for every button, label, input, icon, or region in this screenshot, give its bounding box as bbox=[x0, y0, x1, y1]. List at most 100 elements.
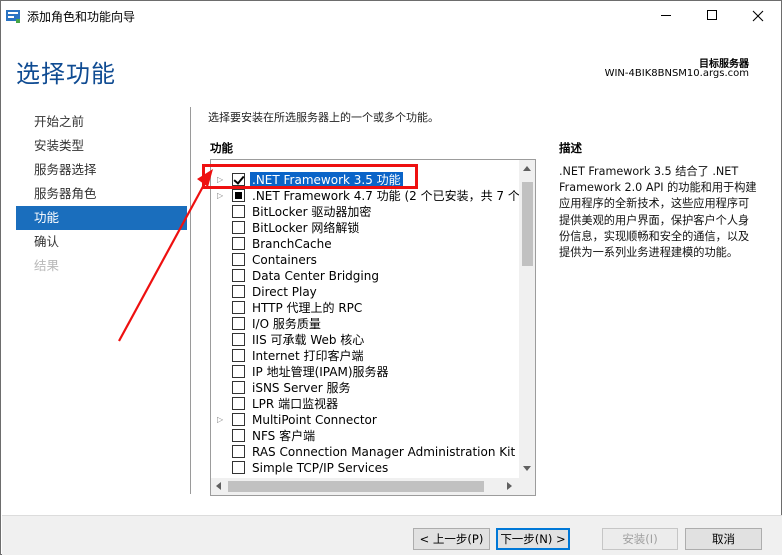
feature-label: LPR 端口监视器 bbox=[252, 397, 339, 411]
feature-row[interactable]: Data Center Bridging bbox=[211, 268, 519, 284]
feature-label: MultiPoint Connector bbox=[252, 413, 377, 427]
feature-checkbox[interactable] bbox=[232, 221, 245, 234]
feature-row[interactable]: RAS Connection Manager Administration Ki… bbox=[211, 444, 519, 460]
feature-checkbox[interactable] bbox=[232, 317, 245, 330]
nav-item-label: 开始之前 bbox=[34, 114, 85, 129]
nav-item-label: 服务器角色 bbox=[34, 186, 97, 201]
features-list: ▷ .NET Framework 3.5 功能 ▷ .NET Framework 4.… bbox=[211, 160, 519, 478]
nav-item-before-you-begin[interactable]: 开始之前 bbox=[16, 110, 187, 134]
feature-row[interactable]: BranchCache bbox=[211, 236, 519, 252]
nav-item-label: 服务器选择 bbox=[34, 162, 97, 177]
nav-item-label: 结果 bbox=[34, 258, 60, 273]
feature-label: Direct Play bbox=[252, 285, 317, 299]
previous-button[interactable]: < 上一步(P) bbox=[413, 528, 490, 550]
feature-checkbox[interactable] bbox=[232, 189, 245, 202]
minimize-icon bbox=[661, 15, 671, 16]
feature-checkbox[interactable] bbox=[232, 445, 245, 458]
feature-row[interactable]: I/O 服务质量 bbox=[211, 316, 519, 332]
feature-row[interactable]: BitLocker 驱动器加密 bbox=[211, 204, 519, 220]
feature-checkbox[interactable] bbox=[232, 397, 245, 410]
feature-row[interactable]: BitLocker 网络解锁 bbox=[211, 220, 519, 236]
feature-row[interactable]: Internet 打印客户端 bbox=[211, 348, 519, 364]
feature-row[interactable]: Direct Play bbox=[211, 284, 519, 300]
nav-divider bbox=[190, 107, 191, 494]
feature-label: .NET Framework 4.7 功能 (2 个已安装，共 7 个) bbox=[252, 189, 519, 203]
nav-item-results: 结果 bbox=[16, 254, 187, 278]
features-tree[interactable]: ▷ .NET Framework 3.5 功能 ▷ .NET Framework 4.… bbox=[210, 159, 536, 496]
feature-checkbox[interactable] bbox=[232, 333, 245, 346]
next-button[interactable]: 下一步(N) > bbox=[496, 528, 570, 550]
scroll-right-icon[interactable] bbox=[507, 482, 512, 490]
scroll-thumb[interactable] bbox=[522, 182, 533, 266]
feature-label: BranchCache bbox=[252, 237, 332, 251]
feature-label: Data Center Bridging bbox=[252, 269, 379, 283]
vertical-scrollbar[interactable] bbox=[519, 160, 535, 478]
nav-item-server-selection[interactable]: 服务器选择 bbox=[16, 158, 187, 182]
expand-arrow-icon[interactable]: ▷ bbox=[217, 415, 225, 425]
nav-item-label: 安装类型 bbox=[34, 138, 85, 153]
feature-checkbox[interactable] bbox=[232, 237, 245, 250]
feature-row[interactable]: IP 地址管理(IPAM)服务器 bbox=[211, 364, 519, 380]
page-title: 选择功能 bbox=[16, 60, 116, 88]
feature-label: BitLocker 驱动器加密 bbox=[252, 205, 372, 219]
nav-item-features[interactable]: 功能 bbox=[16, 206, 187, 230]
feature-label: NFS 客户端 bbox=[252, 429, 316, 443]
feature-checkbox[interactable] bbox=[232, 365, 245, 378]
feature-label: IP 地址管理(IPAM)服务器 bbox=[252, 365, 389, 379]
feature-checkbox[interactable] bbox=[232, 381, 245, 394]
maximize-icon bbox=[707, 10, 717, 20]
feature-row[interactable]: IIS 可承载 Web 核心 bbox=[211, 332, 519, 348]
nav-item-server-roles[interactable]: 服务器角色 bbox=[16, 182, 187, 206]
feature-checkbox[interactable] bbox=[232, 461, 245, 474]
wizard-window: 添加角色和功能向导 选择功能 目标服务器 WIN-4BIK8BNSM10.arg… bbox=[0, 0, 782, 555]
feature-checkbox[interactable] bbox=[232, 205, 245, 218]
feature-description: .NET Framework 3.5 结合了 .NET Framework 2.… bbox=[559, 165, 757, 260]
feature-label: Simple TCP/IP Services bbox=[252, 461, 389, 475]
feature-row[interactable]: Simple TCP/IP Services bbox=[211, 460, 519, 476]
feature-label: BitLocker 网络解锁 bbox=[252, 221, 360, 235]
scroll-up-icon[interactable] bbox=[523, 166, 531, 171]
expand-arrow-icon[interactable]: ▷ bbox=[217, 191, 225, 201]
minimize-button[interactable] bbox=[643, 1, 689, 31]
feature-row[interactable]: ▷ .NET Framework 4.7 功能 (2 个已安装，共 7 个) bbox=[211, 188, 519, 204]
feature-row[interactable]: NFS 客户端 bbox=[211, 428, 519, 444]
feature-row[interactable]: HTTP 代理上的 RPC bbox=[211, 300, 519, 316]
scroll-down-icon[interactable] bbox=[523, 466, 531, 471]
maximize-button[interactable] bbox=[689, 1, 735, 31]
close-button[interactable] bbox=[735, 1, 781, 31]
features-header: 功能 bbox=[210, 141, 233, 155]
server-manager-icon bbox=[6, 10, 20, 23]
horizontal-scrollbar[interactable] bbox=[211, 478, 519, 495]
feature-row[interactable]: Containers bbox=[211, 252, 519, 268]
feature-checkbox[interactable] bbox=[232, 413, 245, 426]
feature-checkbox[interactable] bbox=[232, 269, 245, 282]
annotation-highlight-box bbox=[202, 164, 418, 189]
feature-row[interactable]: LPR 端口监视器 bbox=[211, 396, 519, 412]
feature-label: Containers bbox=[252, 253, 317, 267]
feature-checkbox[interactable] bbox=[232, 253, 245, 266]
feature-row[interactable]: ▷ MultiPoint Connector bbox=[211, 412, 519, 428]
scroll-left-icon[interactable] bbox=[216, 482, 221, 490]
cancel-button[interactable]: 取消 bbox=[685, 528, 762, 550]
feature-checkbox[interactable] bbox=[232, 285, 245, 298]
scroll-corner bbox=[519, 478, 535, 495]
feature-label: Internet 打印客户端 bbox=[252, 349, 364, 363]
description-header: 描述 bbox=[559, 141, 582, 155]
nav-item-label: 确认 bbox=[34, 234, 60, 249]
feature-checkbox[interactable] bbox=[232, 301, 245, 314]
title-bar[interactable]: 添加角色和功能向导 bbox=[1, 1, 781, 31]
wizard-nav: 开始之前 安装类型 服务器选择 服务器角色 功能 确认 结果 bbox=[16, 110, 187, 278]
close-icon bbox=[752, 10, 764, 22]
window-title: 添加角色和功能向导 bbox=[27, 10, 136, 24]
feature-checkbox[interactable] bbox=[232, 429, 245, 442]
feature-label: RAS Connection Manager Administration Ki… bbox=[252, 445, 519, 459]
scroll-thumb[interactable] bbox=[228, 481, 484, 492]
nav-item-installation-type[interactable]: 安装类型 bbox=[16, 134, 187, 158]
install-button: 安装(I) bbox=[602, 528, 678, 550]
feature-label: HTTP 代理上的 RPC bbox=[252, 301, 363, 315]
feature-label: iSNS Server 服务 bbox=[252, 381, 351, 395]
nav-item-label: 功能 bbox=[34, 210, 60, 225]
nav-item-confirmation[interactable]: 确认 bbox=[16, 230, 187, 254]
feature-row[interactable]: iSNS Server 服务 bbox=[211, 380, 519, 396]
feature-checkbox[interactable] bbox=[232, 349, 245, 362]
